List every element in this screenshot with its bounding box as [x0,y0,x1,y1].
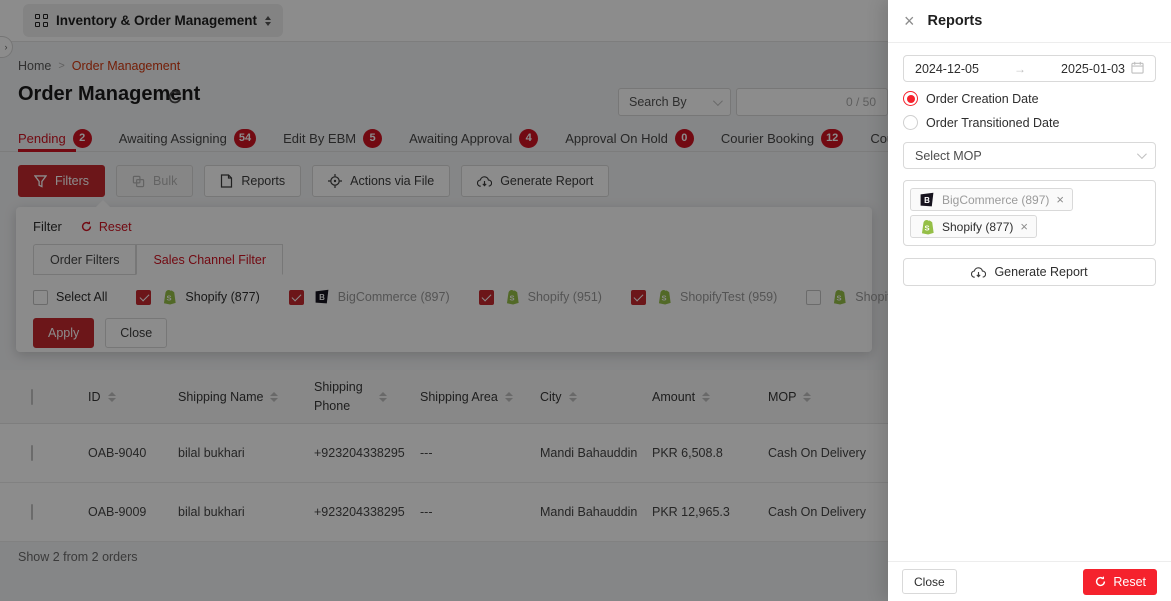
svg-text:S: S [924,223,929,232]
drawer-title: Reports [927,13,983,29]
drawer-reset-button[interactable]: Reset [1083,568,1157,595]
radio-selected [903,91,918,106]
tag-remove-icon[interactable]: × [1020,219,1028,234]
date-from[interactable]: 2024-12-05 [915,62,979,76]
calendar-icon [1131,61,1144,77]
drawer-close-button[interactable]: Close [902,569,957,594]
tag-bigcommerce: B BigCommerce (897) × [910,188,1073,211]
tag-remove-icon[interactable]: × [1056,192,1064,207]
select-mop-dropdown[interactable]: Select MOP [903,142,1156,169]
refresh-icon [1096,576,1106,587]
date-to[interactable]: 2025-01-03 [1061,62,1125,76]
selected-channels-box[interactable]: B BigCommerce (897) × S Shopify (877) × [903,180,1156,246]
tag-shopify: S Shopify (877) × [910,215,1037,238]
chevron-down-icon [1136,149,1147,160]
drawer-close-icon[interactable]: × [904,12,915,30]
shopify-icon: S [919,219,935,235]
order-management-screen: Inventory & Order Management › Home > Or… [0,0,1171,601]
range-arrow-icon: → [1014,61,1026,76]
cloud-download-icon [971,266,987,278]
svg-text:B: B [924,196,930,205]
radio-order-creation-date[interactable]: Order Creation Date [903,91,1156,106]
radio-order-transitioned-date[interactable]: Order Transitioned Date [903,115,1156,130]
radio-unselected [903,115,918,130]
drawer-generate-report-button[interactable]: Generate Report [903,258,1156,286]
date-range-picker[interactable]: 2024-12-05 → 2025-01-03 [903,55,1156,82]
drawer-footer: Close Reset [888,561,1171,601]
bigcommerce-icon: B [919,192,935,208]
select-mop-placeholder: Select MOP [915,148,982,163]
reports-drawer: × Reports 2024-12-05 → 2025-01-03 Order … [888,0,1171,601]
